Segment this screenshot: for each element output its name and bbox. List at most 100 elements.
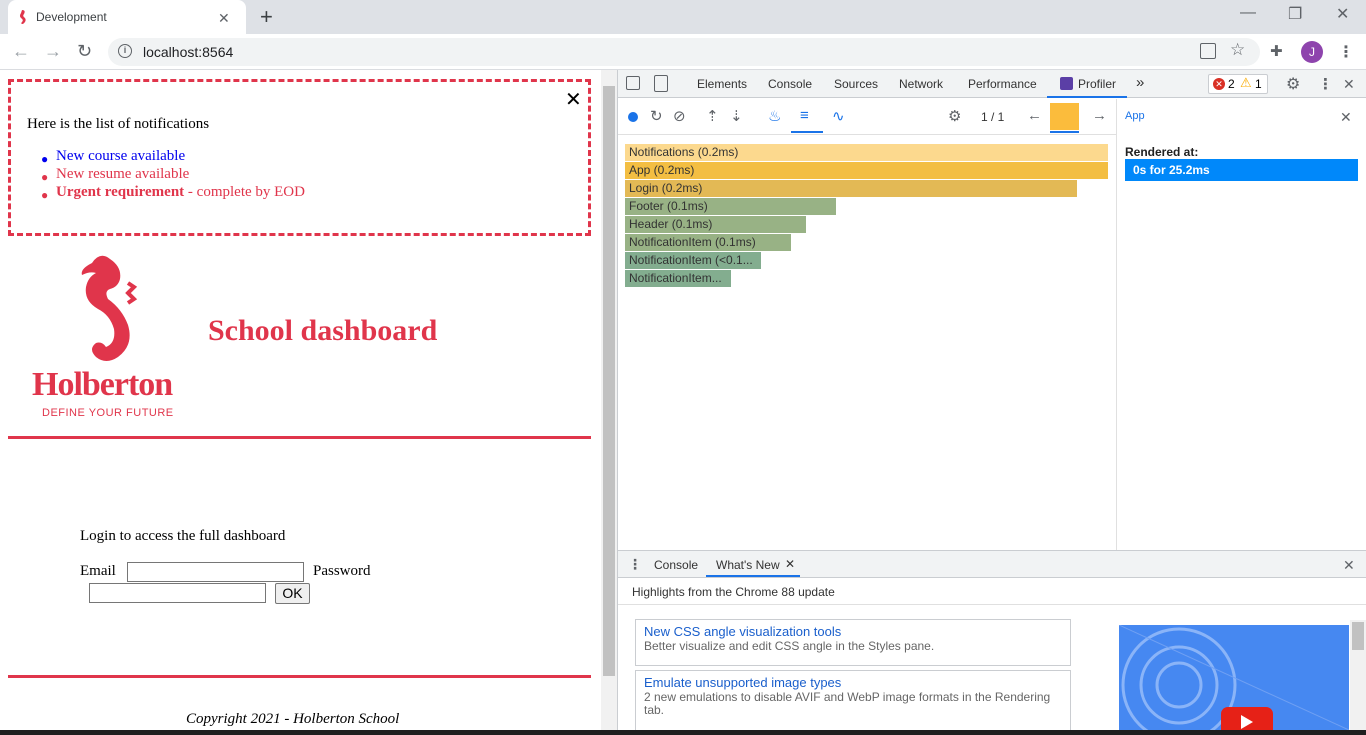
- inspect-element-icon[interactable]: [626, 76, 640, 90]
- profiler-settings-icon[interactable]: ⚙: [948, 107, 961, 125]
- page-scrollbar-thumb[interactable]: [603, 86, 615, 676]
- whats-new-video-thumbnail[interactable]: [1119, 625, 1349, 730]
- footer-copyright: Copyright 2021 - Holberton School: [186, 711, 400, 727]
- email-field[interactable]: [127, 562, 304, 582]
- minimize-icon[interactable]: —: [1240, 4, 1256, 22]
- translate-icon[interactable]: [1200, 43, 1216, 59]
- login-intro: Login to access the full dashboard: [80, 528, 286, 544]
- flamegraph-bar[interactable]: Header (0.1ms): [625, 216, 806, 233]
- card-title[interactable]: New CSS angle visualization tools: [644, 624, 1070, 639]
- logo-wordmark: Holberton: [32, 366, 173, 403]
- tab-profiler[interactable]: Profiler: [1078, 77, 1116, 91]
- interactions-chart-icon[interactable]: ∿: [832, 107, 845, 125]
- tab-console[interactable]: Console: [768, 77, 812, 91]
- site-info-icon[interactable]: i: [118, 44, 132, 58]
- card-title[interactable]: Emulate unsupported image types: [644, 675, 1070, 690]
- page-title: School dashboard: [208, 314, 438, 347]
- browser-menu-icon[interactable]: ⋮: [1338, 42, 1354, 62]
- drawer-tab-whats-new[interactable]: What's New: [716, 558, 780, 572]
- bullet-icon: ●: [41, 188, 49, 202]
- save-profile-icon[interactable]: ⇣: [730, 107, 743, 125]
- error-count: 2: [1228, 77, 1235, 91]
- tab-title: Development: [36, 10, 107, 24]
- url-text[interactable]: localhost:8564: [143, 44, 233, 60]
- whats-new-card[interactable]: Emulate unsupported image types 2 new em…: [635, 670, 1071, 730]
- flamegraph-bar[interactable]: Footer (0.1ms): [625, 198, 836, 215]
- restore-icon[interactable]: ❐: [1288, 4, 1302, 24]
- password-field[interactable]: [89, 583, 266, 603]
- profile-avatar[interactable]: J: [1301, 41, 1323, 63]
- selected-component-name: App: [1125, 110, 1145, 122]
- next-commit-icon[interactable]: →: [1092, 107, 1107, 124]
- window-close-icon[interactable]: ✕: [1336, 4, 1349, 24]
- drawer-active-tab-indicator: [706, 575, 800, 577]
- drawer-scrollbar-thumb[interactable]: [1352, 622, 1364, 650]
- device-toggle-icon[interactable]: [654, 75, 668, 92]
- seahorse-logo-icon: [81, 255, 138, 361]
- drawer-close-icon[interactable]: ✕: [1343, 557, 1355, 574]
- tab-performance[interactable]: Performance: [968, 77, 1037, 91]
- flamegraph-bar[interactable]: NotificationItem (0.1ms): [625, 234, 791, 251]
- tab-sources[interactable]: Sources: [834, 77, 878, 91]
- web-page: ✕ Here is the list of notifications ● Ne…: [0, 70, 601, 730]
- close-icon[interactable]: ✕: [565, 87, 582, 111]
- whats-new-card[interactable]: New CSS angle visualization tools Better…: [635, 619, 1071, 666]
- logo-tagline: DEFINE YOUR FUTURE: [42, 407, 174, 419]
- bullet-icon: ●: [41, 152, 49, 166]
- notification-item[interactable]: New resume available: [56, 166, 189, 183]
- rendered-at-label: Rendered at:: [1125, 145, 1199, 159]
- notification-item[interactable]: Urgent requirement - complete by EOD: [56, 184, 305, 201]
- password-label: Password: [313, 563, 371, 579]
- commit-bar[interactable]: [1050, 103, 1079, 130]
- settings-gear-icon[interactable]: ⚙: [1286, 74, 1300, 94]
- error-icon: ✕: [1213, 78, 1225, 90]
- flamegraph-bar[interactable]: NotificationItem...: [625, 270, 731, 287]
- new-tab-button[interactable]: +: [260, 4, 273, 30]
- header-divider: [8, 436, 591, 439]
- bullet-icon: ●: [41, 170, 49, 184]
- drawer-tab-console[interactable]: Console: [654, 558, 698, 572]
- notification-item[interactable]: New course available: [56, 148, 185, 165]
- tab-network[interactable]: Network: [899, 77, 943, 91]
- load-profile-icon[interactable]: ⇡: [706, 107, 719, 125]
- flamegraph-bar[interactable]: Login (0.2ms): [625, 180, 1077, 197]
- active-tab-indicator: [1047, 96, 1127, 98]
- devtools-menu-icon[interactable]: ⋮: [1318, 75, 1333, 93]
- clear-icon[interactable]: ⊘: [673, 107, 686, 125]
- devtools-logo-graphic: [1119, 625, 1349, 730]
- address-bar[interactable]: [108, 38, 1260, 66]
- warning-count: 1: [1255, 77, 1262, 91]
- prev-commit-icon[interactable]: ←: [1027, 107, 1042, 124]
- email-label: Email: [80, 563, 116, 579]
- bookmark-star-icon[interactable]: ☆: [1230, 40, 1245, 60]
- commit-counter: 1 / 1: [981, 110, 1005, 124]
- reload-profile-icon[interactable]: ↻: [650, 107, 663, 125]
- whats-new-close-icon[interactable]: ✕: [785, 557, 795, 571]
- issues-badge[interactable]: ✕ 2 ⚠ 1: [1208, 74, 1268, 94]
- rendered-at-value[interactable]: 0s for 25.2ms: [1125, 159, 1358, 181]
- record-icon[interactable]: [628, 112, 638, 122]
- card-description: 2 new emulations to disable AVIF and Web…: [644, 690, 1051, 717]
- ranked-chart-icon[interactable]: ≡: [800, 107, 809, 124]
- forward-icon[interactable]: →: [44, 41, 62, 62]
- tab-close-icon[interactable]: ✕: [218, 9, 230, 27]
- flamegraph-bar[interactable]: App (0.2ms): [625, 162, 1108, 179]
- drawer-menu-icon[interactable]: ⋮: [628, 556, 642, 573]
- flamegraph-icon[interactable]: ♨: [768, 107, 781, 125]
- footer-divider: [8, 675, 591, 678]
- details-close-icon[interactable]: ✕: [1340, 109, 1352, 126]
- card-description: Better visualize and edit CSS angle in t…: [644, 639, 935, 653]
- reload-icon[interactable]: ↻: [77, 41, 92, 62]
- devtools-close-icon[interactable]: ✕: [1343, 76, 1355, 93]
- ok-button[interactable]: OK: [275, 583, 310, 604]
- active-view-indicator: [791, 131, 823, 133]
- react-icon: [1060, 77, 1073, 90]
- tab-elements[interactable]: Elements: [697, 77, 747, 91]
- back-icon[interactable]: ←: [12, 41, 30, 62]
- holberton-logo: Holberton DEFINE YOUR FUTURE: [30, 253, 190, 423]
- flamegraph-bar[interactable]: Notifications (0.2ms): [625, 144, 1108, 161]
- extensions-icon[interactable]: ✚: [1270, 42, 1283, 60]
- flamegraph-bar[interactable]: NotificationItem (<0.1...: [625, 252, 761, 269]
- more-tabs-icon[interactable]: »: [1136, 74, 1144, 91]
- selected-commit-indicator: [1050, 131, 1079, 133]
